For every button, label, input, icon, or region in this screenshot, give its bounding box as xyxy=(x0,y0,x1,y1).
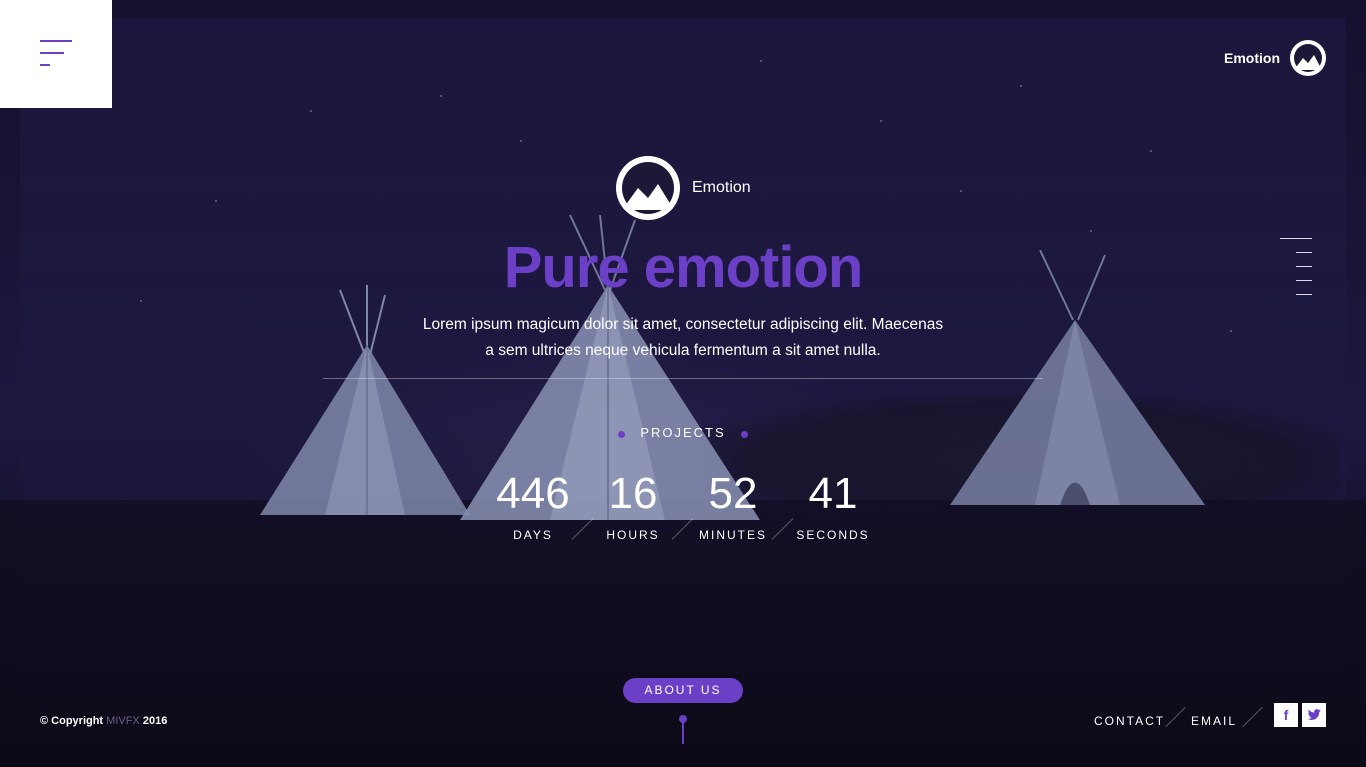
countdown-value: 16 xyxy=(608,469,658,518)
star xyxy=(960,190,962,192)
facebook-icon[interactable]: f xyxy=(1274,703,1298,727)
copyright-brand[interactable]: MIVFX xyxy=(106,715,140,727)
lead-line: Lorem ipsum magicum dolor sit amet, cons… xyxy=(422,316,944,333)
brand-name: Emotion xyxy=(1224,50,1280,66)
lead-text: Lorem ipsum magicum dolor sit amet, cons… xyxy=(383,312,983,364)
mountain-logo-icon xyxy=(616,156,680,220)
brand-top[interactable]: Emotion xyxy=(1224,40,1326,76)
countdown-label: HOURS xyxy=(606,528,660,542)
footer-link-email[interactable]: EMAIL xyxy=(1191,714,1237,728)
twitter-icon[interactable] xyxy=(1302,703,1326,727)
countdown-days: 446 DAYS xyxy=(483,466,583,542)
menu-bar xyxy=(40,40,72,42)
star xyxy=(520,140,522,142)
hero-logo: Emotion xyxy=(616,156,751,220)
countdown-value: 52 xyxy=(708,469,758,518)
about-us-button[interactable]: ABOUT US xyxy=(623,678,743,703)
countdown-minutes: 52 MINUTES xyxy=(683,466,783,542)
divider xyxy=(323,378,1043,379)
menu-bar xyxy=(40,52,64,54)
footer-link-contact[interactable]: CONTACT xyxy=(1094,714,1165,728)
headline-light: Pure xyxy=(503,235,644,300)
countdown-hours: 16 HOURS xyxy=(583,466,683,542)
star xyxy=(1230,330,1232,332)
menu-bar xyxy=(40,64,50,66)
star xyxy=(760,60,762,62)
lead-line: a sem ultrices neque vehicula fermentum … xyxy=(485,342,881,359)
countdown-seconds: 41 SECONDS xyxy=(783,466,883,542)
star xyxy=(215,200,217,202)
copyright-year: 2016 xyxy=(139,715,168,727)
countdown-label: MINUTES xyxy=(699,528,767,542)
mountain-logo-icon xyxy=(1290,40,1326,76)
hero-logo-text: Emotion xyxy=(692,179,751,196)
countdown-value: 41 xyxy=(808,469,858,518)
projects-dot-right xyxy=(741,431,748,438)
copyright: © Copyright MIVFX 2016 xyxy=(40,715,167,727)
star xyxy=(1150,150,1152,152)
countdown-label: SECONDS xyxy=(796,528,870,542)
copyright-prefix: © Copyright xyxy=(40,715,107,727)
headline-bold: emotion xyxy=(643,235,864,300)
background-scene xyxy=(0,0,1366,767)
scroll-indicator-dot xyxy=(679,715,687,723)
menu-button[interactable] xyxy=(0,0,112,108)
countdown-value: 446 xyxy=(496,469,570,518)
projects-title: PROJECTS xyxy=(640,425,726,440)
star xyxy=(310,110,312,112)
star xyxy=(440,95,442,97)
star xyxy=(880,120,882,122)
page-title: Pure emotion xyxy=(0,232,1366,304)
star xyxy=(1020,85,1022,87)
countdown-label: DAYS xyxy=(513,528,553,542)
